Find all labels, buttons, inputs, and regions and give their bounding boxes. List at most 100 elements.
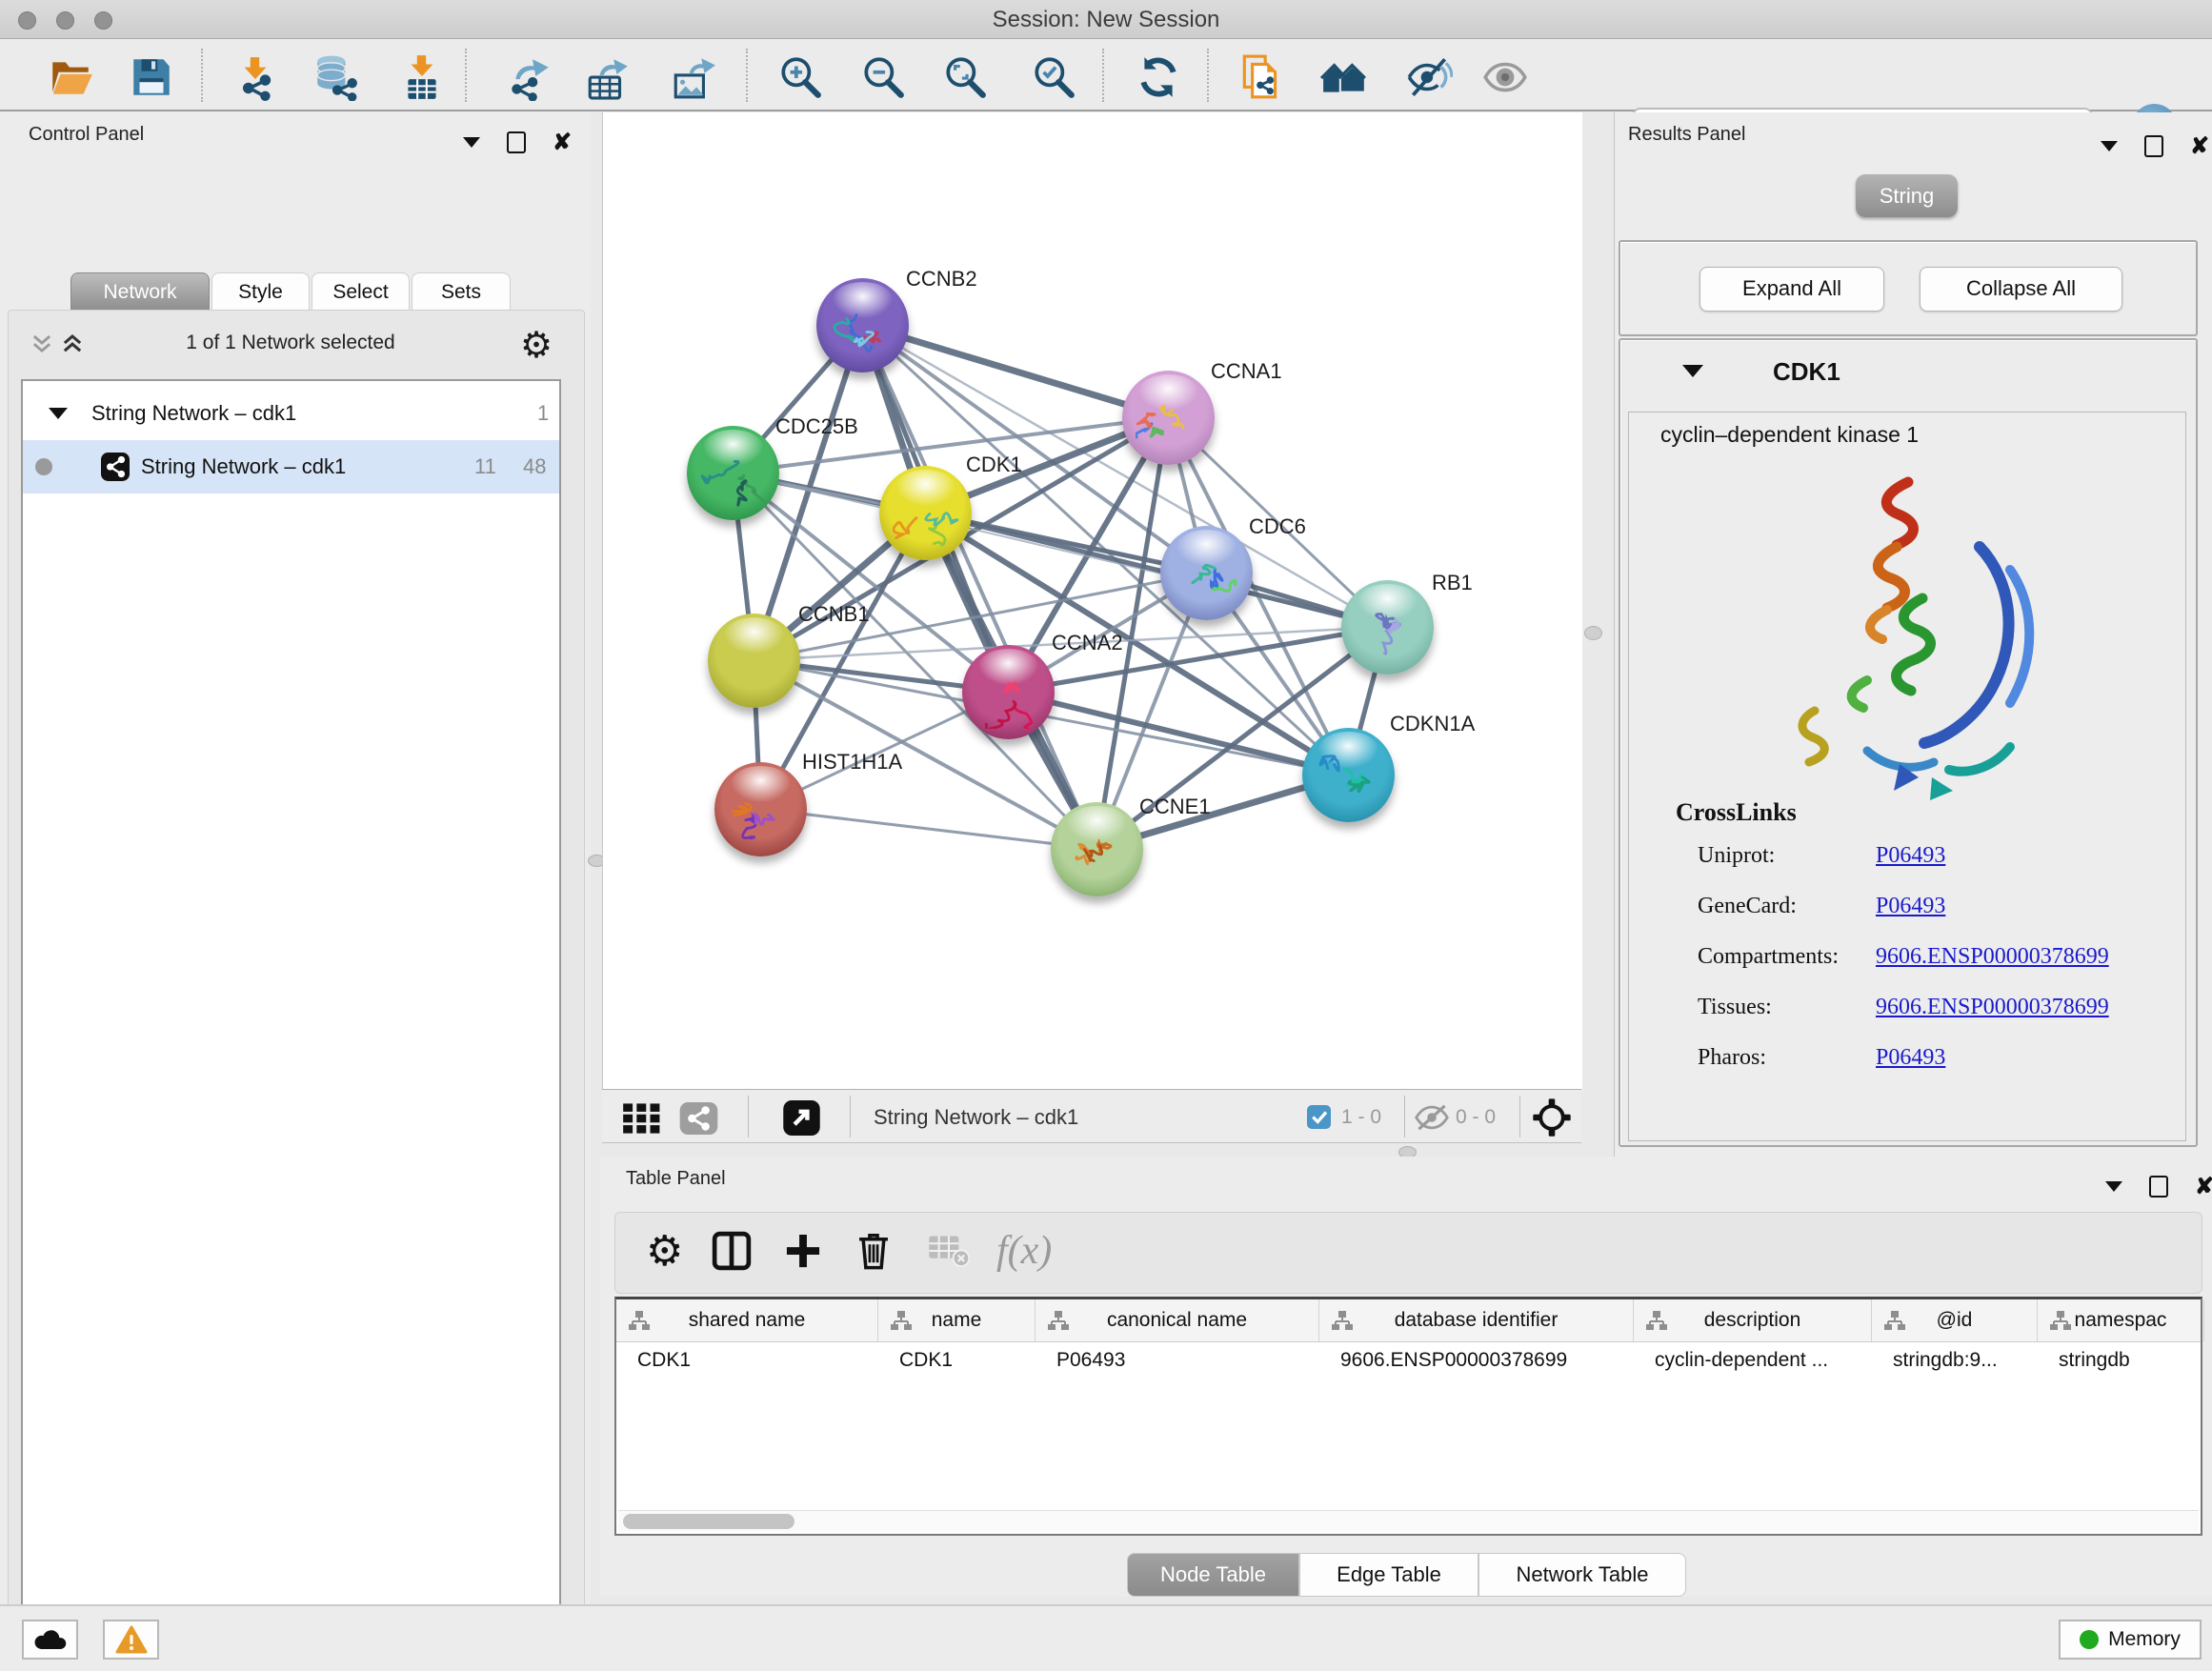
refresh-layout-icon[interactable] [1132,52,1185,102]
grid-view-icon[interactable] [621,1102,663,1139]
table-panel-close-icon[interactable]: ✘ [2195,1178,2212,1197]
crosslink-value-link[interactable]: 9606.ENSP00000378699 [1876,944,2109,970]
delete-column-icon[interactable] [855,1228,892,1274]
network-collection-row[interactable]: String Network – cdk11 [23,387,559,440]
results-panel-close-icon[interactable]: ✘ [2190,137,2209,156]
node-cdk1[interactable] [879,466,972,560]
right-splitter-handle[interactable] [1584,626,1602,640]
import-table-file-icon[interactable] [395,52,449,102]
tab-string[interactable]: String [1856,174,1958,217]
export-image-icon[interactable] [667,52,720,102]
save-session-icon[interactable] [125,52,178,102]
zoom-out-icon[interactable] [856,52,910,102]
warnings-button[interactable] [103,1620,159,1660]
toolbar-separator [1207,49,1209,102]
network-view-title: String Network – cdk1 [874,1105,1078,1130]
application-window: Session: New Session ? Control Panel ✘ N… [0,0,2212,1671]
table-cell: stringdb:9... [1893,1349,2030,1372]
clone-network-icon[interactable] [1235,52,1288,102]
node-label-ccnb1: CCNB1 [798,602,870,627]
zoom-in-icon[interactable] [774,52,827,102]
tab-select[interactable]: Select [312,272,410,311]
import-network-file-icon[interactable] [229,52,282,102]
control-panel: Control Panel ✘ NetworkStyleSelectSets 1… [0,112,591,1604]
node-cdc25b[interactable] [687,426,779,520]
control-panel-maximize-icon[interactable] [507,131,526,153]
node-ccna2[interactable] [962,645,1055,739]
network-row[interactable]: String Network – cdk11148 [23,440,559,493]
export-table-icon[interactable] [581,52,634,102]
import-network-database-icon[interactable] [309,52,362,102]
collapse-all-button[interactable]: Collapse All [1920,267,2122,312]
expand-all-button[interactable]: Expand All [1699,267,1884,312]
network-canvas[interactable]: CCNB2CCNA1CDC25BCDK1CDC6RB1CCNB1CCNA2CDK… [602,112,1582,1089]
birds-eye-toggle-icon[interactable] [1532,1097,1572,1142]
column-header-name[interactable]: name [878,1299,1036,1341]
crosslink-value-link[interactable]: P06493 [1876,843,1945,869]
toolbar-separator [465,49,467,102]
column-header-description[interactable]: description [1634,1299,1872,1341]
column-header-namespac[interactable]: namespac [2038,1299,2204,1341]
memory-ok-indicator [2080,1630,2099,1649]
tab-style[interactable]: Style [211,272,310,311]
hide-selected-icon[interactable] [1402,52,1456,102]
selected-checkbox-icon[interactable] [1307,1105,1331,1134]
tab-node-table[interactable]: Node Table [1127,1553,1299,1597]
crosslink-value-link[interactable]: 9606.ENSP00000378699 [1876,995,2109,1020]
collection-expand-icon[interactable] [49,408,68,419]
results-buttons-box: Expand All Collapse All [1619,240,2198,336]
collapse-all-networks-icon[interactable] [29,330,55,361]
network-edge-count: 48 [523,454,546,479]
results-panel-maximize-icon[interactable] [2144,135,2163,157]
network-options-gear-icon[interactable]: ⚙ [520,324,553,367]
node-rb1[interactable] [1341,580,1434,674]
tab-sets[interactable]: Sets [412,272,511,311]
first-neighbors-icon[interactable] [1317,52,1371,102]
tab-network[interactable]: Network [70,272,210,311]
scrollbar-thumb[interactable] [623,1514,794,1529]
toolbar-separator [746,49,748,102]
open-file-icon[interactable] [44,52,97,102]
column-header-shared-name[interactable]: shared name [616,1299,878,1341]
crosslink-label: Pharos: [1698,1045,1766,1071]
zoom-fit-icon[interactable] [938,52,992,102]
entry-collapse-icon[interactable] [1682,365,1703,377]
node-ccnb1[interactable] [708,614,800,708]
add-column-icon[interactable] [783,1228,823,1274]
table-settings-gear-icon[interactable]: ⚙ [646,1228,683,1274]
tab-edge-table[interactable]: Edge Table [1299,1553,1478,1597]
node-label-ccnb2: CCNB2 [906,267,977,292]
open-in-new-window-icon[interactable] [783,1100,820,1140]
node-hist1h1a[interactable] [714,762,807,856]
node-cdc6[interactable] [1160,526,1253,620]
node-ccne1[interactable] [1051,802,1143,896]
entry-details: cyclin–dependent kinase 1 CrossLinks [1628,412,2186,1141]
column-header--id[interactable]: @id [1872,1299,2038,1341]
table-horizontal-scrollbar[interactable] [618,1510,2199,1532]
control-panel-close-icon[interactable]: ✘ [553,133,572,152]
cloud-status-button[interactable] [22,1620,78,1660]
crosslink-value-link[interactable]: P06493 [1876,1045,1945,1071]
memory-button[interactable]: Memory [2059,1620,2202,1660]
node-cdkn1a[interactable] [1302,728,1395,822]
crosslink-label: Uniprot: [1698,843,1775,869]
show-columns-icon[interactable] [711,1228,753,1274]
show-all-icon[interactable] [1478,52,1532,102]
export-network-icon[interactable] [503,52,556,102]
zoom-selected-icon[interactable] [1027,52,1080,102]
crosslink-label: Tissues: [1698,995,1772,1020]
table-panel-maximize-icon[interactable] [2149,1176,2168,1198]
results-panel-float-icon[interactable] [2101,141,2118,151]
control-panel-float-icon[interactable] [463,137,480,148]
expand-all-networks-icon[interactable] [59,330,86,361]
node-ccna1[interactable] [1122,371,1215,465]
network-share-icon[interactable] [679,1102,718,1139]
crosslink-value-link[interactable]: P06493 [1876,894,1945,919]
tab-network-table[interactable]: Network Table [1478,1553,1686,1597]
column-header-canonical-name[interactable]: canonical name [1036,1299,1319,1341]
node-label-cdc6: CDC6 [1249,514,1306,539]
table-panel-float-icon[interactable] [2105,1181,2122,1192]
table-row[interactable]: CDK1CDK1P064939606.ENSP00000378699cyclin… [616,1341,2201,1379]
node-ccnb2[interactable] [816,278,909,372]
column-header-database-identifier[interactable]: database identifier [1319,1299,1634,1341]
